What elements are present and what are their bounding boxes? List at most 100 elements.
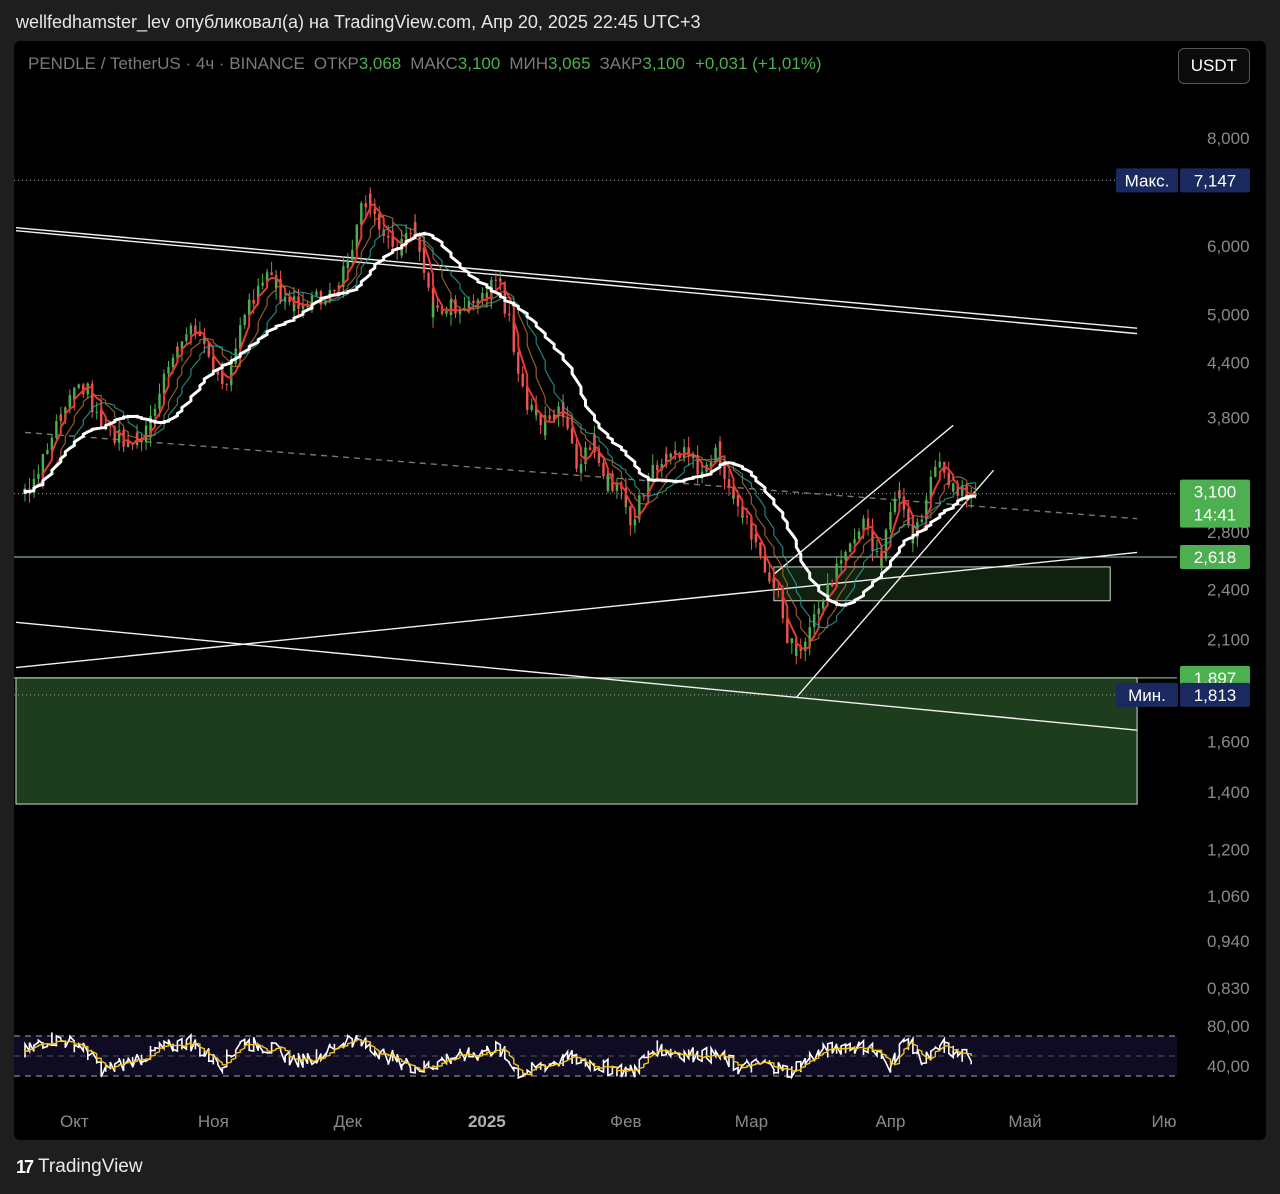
candle-body bbox=[212, 363, 215, 371]
candle-body bbox=[745, 516, 749, 518]
candle-body bbox=[902, 508, 906, 510]
candle-body bbox=[732, 495, 735, 499]
brand[interactable]: 17 TradingView bbox=[16, 1156, 143, 1178]
candle-body bbox=[813, 614, 816, 628]
candle-body bbox=[68, 395, 72, 408]
price-axis-tick: 0,940 bbox=[1207, 932, 1250, 951]
candle-body bbox=[508, 313, 511, 316]
time-axis-tick: Окт bbox=[60, 1112, 89, 1131]
time-axis-tick: Фев bbox=[610, 1112, 641, 1131]
candle-body bbox=[346, 260, 350, 268]
candle-body bbox=[624, 506, 628, 508]
candle-body bbox=[821, 600, 825, 609]
candle-body bbox=[920, 519, 924, 522]
candle-body bbox=[59, 414, 63, 421]
candle-body bbox=[584, 447, 587, 449]
candle-body bbox=[431, 305, 435, 318]
time-axis-tick: Мар bbox=[735, 1112, 768, 1131]
open-label: ОТКР bbox=[313, 54, 359, 73]
candle-body bbox=[781, 609, 785, 619]
open-value: 3,068 bbox=[358, 54, 402, 73]
price-axis-tick: 0,830 bbox=[1207, 979, 1250, 998]
time-axis-tick: Апр bbox=[875, 1112, 905, 1131]
candle-body bbox=[835, 563, 838, 577]
symbol-legend: PENDLE / TetherUS · 4ч · BINANCE ОТКР3,06… bbox=[28, 54, 822, 74]
candle-body bbox=[108, 425, 112, 427]
candle-body bbox=[333, 290, 336, 292]
candle-body bbox=[445, 310, 448, 314]
chart-frame[interactable]: 8,000 6,000 5,000 4,400 3,800 2,800 2,400 2,100… bbox=[14, 41, 1266, 1140]
candle-body bbox=[77, 384, 80, 388]
candle-body bbox=[422, 247, 426, 273]
candle-body bbox=[848, 543, 852, 552]
price-axis-tick: 8,000 bbox=[1207, 129, 1250, 148]
time-axis-tick: Дек bbox=[334, 1112, 363, 1131]
candle-body bbox=[153, 408, 157, 414]
candle-body bbox=[889, 512, 892, 525]
candle-body bbox=[839, 560, 843, 564]
time-axis-tick: Ию bbox=[1152, 1112, 1177, 1131]
candle-body bbox=[247, 299, 251, 305]
change-value: +0,031 (+1,01%) bbox=[694, 54, 822, 73]
candle-body bbox=[862, 518, 865, 521]
candle-body bbox=[651, 464, 654, 479]
candle-body bbox=[893, 498, 897, 513]
price-axis-tick: 2,100 bbox=[1207, 631, 1250, 650]
candle-body bbox=[777, 587, 780, 589]
price-axis-tick: 1,400 bbox=[1207, 783, 1250, 802]
candle-body bbox=[315, 291, 318, 296]
candle-body bbox=[364, 203, 367, 208]
candle-body bbox=[786, 629, 789, 644]
candle-body bbox=[306, 306, 309, 308]
candle-body bbox=[633, 519, 637, 525]
candle-body bbox=[494, 279, 498, 281]
candle-body bbox=[517, 364, 520, 374]
trend-line-2 bbox=[15, 551, 1138, 669]
candle-body bbox=[575, 443, 578, 469]
close-label: ЗАКР bbox=[599, 54, 643, 73]
price-axis-tick: 3,800 bbox=[1207, 408, 1250, 427]
candle-body bbox=[472, 300, 475, 304]
candle-body bbox=[521, 373, 524, 387]
candle-body bbox=[427, 272, 430, 288]
candle-body bbox=[871, 533, 874, 552]
candle-body bbox=[759, 542, 762, 556]
candle-body bbox=[700, 471, 704, 473]
high-label: МАКС bbox=[410, 54, 458, 73]
candle-body bbox=[579, 464, 583, 473]
candle-body bbox=[95, 411, 98, 413]
tradingview-logo-icon: 17 bbox=[16, 1156, 34, 1177]
candle-body bbox=[656, 466, 659, 471]
candle-body bbox=[167, 367, 170, 369]
candle-body bbox=[37, 473, 40, 479]
candle-body bbox=[548, 415, 551, 420]
candle-body bbox=[727, 479, 731, 488]
candle-body bbox=[602, 462, 605, 477]
candle-body bbox=[530, 404, 533, 410]
high-value: 3,100 bbox=[457, 54, 501, 73]
candle-body bbox=[360, 203, 363, 212]
candle-body bbox=[32, 478, 36, 487]
candle-body bbox=[436, 305, 439, 308]
currency-button[interactable]: USDT bbox=[1177, 48, 1250, 84]
symbol-label[interactable]: PENDLE / TetherUS · 4ч · BINANCE bbox=[28, 54, 305, 73]
candle-body bbox=[252, 299, 255, 304]
candle-body bbox=[754, 534, 758, 543]
price-badge-value-0: 7,147 bbox=[1194, 171, 1237, 190]
candle-body bbox=[454, 299, 457, 314]
candle-body bbox=[64, 407, 67, 409]
candle-body bbox=[736, 495, 740, 507]
candle-body bbox=[261, 282, 264, 286]
candle-body bbox=[898, 490, 901, 497]
candle-body bbox=[512, 330, 515, 353]
price-badge-caption-0: Макс. bbox=[1125, 171, 1170, 190]
candle-body bbox=[409, 233, 412, 235]
candle-body bbox=[225, 384, 228, 386]
candle-body bbox=[853, 539, 856, 541]
price-badge-value-1: 3,100 bbox=[1194, 483, 1237, 502]
price-chart[interactable]: 8,0006,0005,0004,4003,8002,8002,4002,100… bbox=[14, 41, 1266, 1140]
candle-body bbox=[171, 357, 175, 368]
candle-body bbox=[763, 567, 767, 573]
candle-body bbox=[499, 278, 502, 282]
candle-body bbox=[875, 550, 879, 552]
